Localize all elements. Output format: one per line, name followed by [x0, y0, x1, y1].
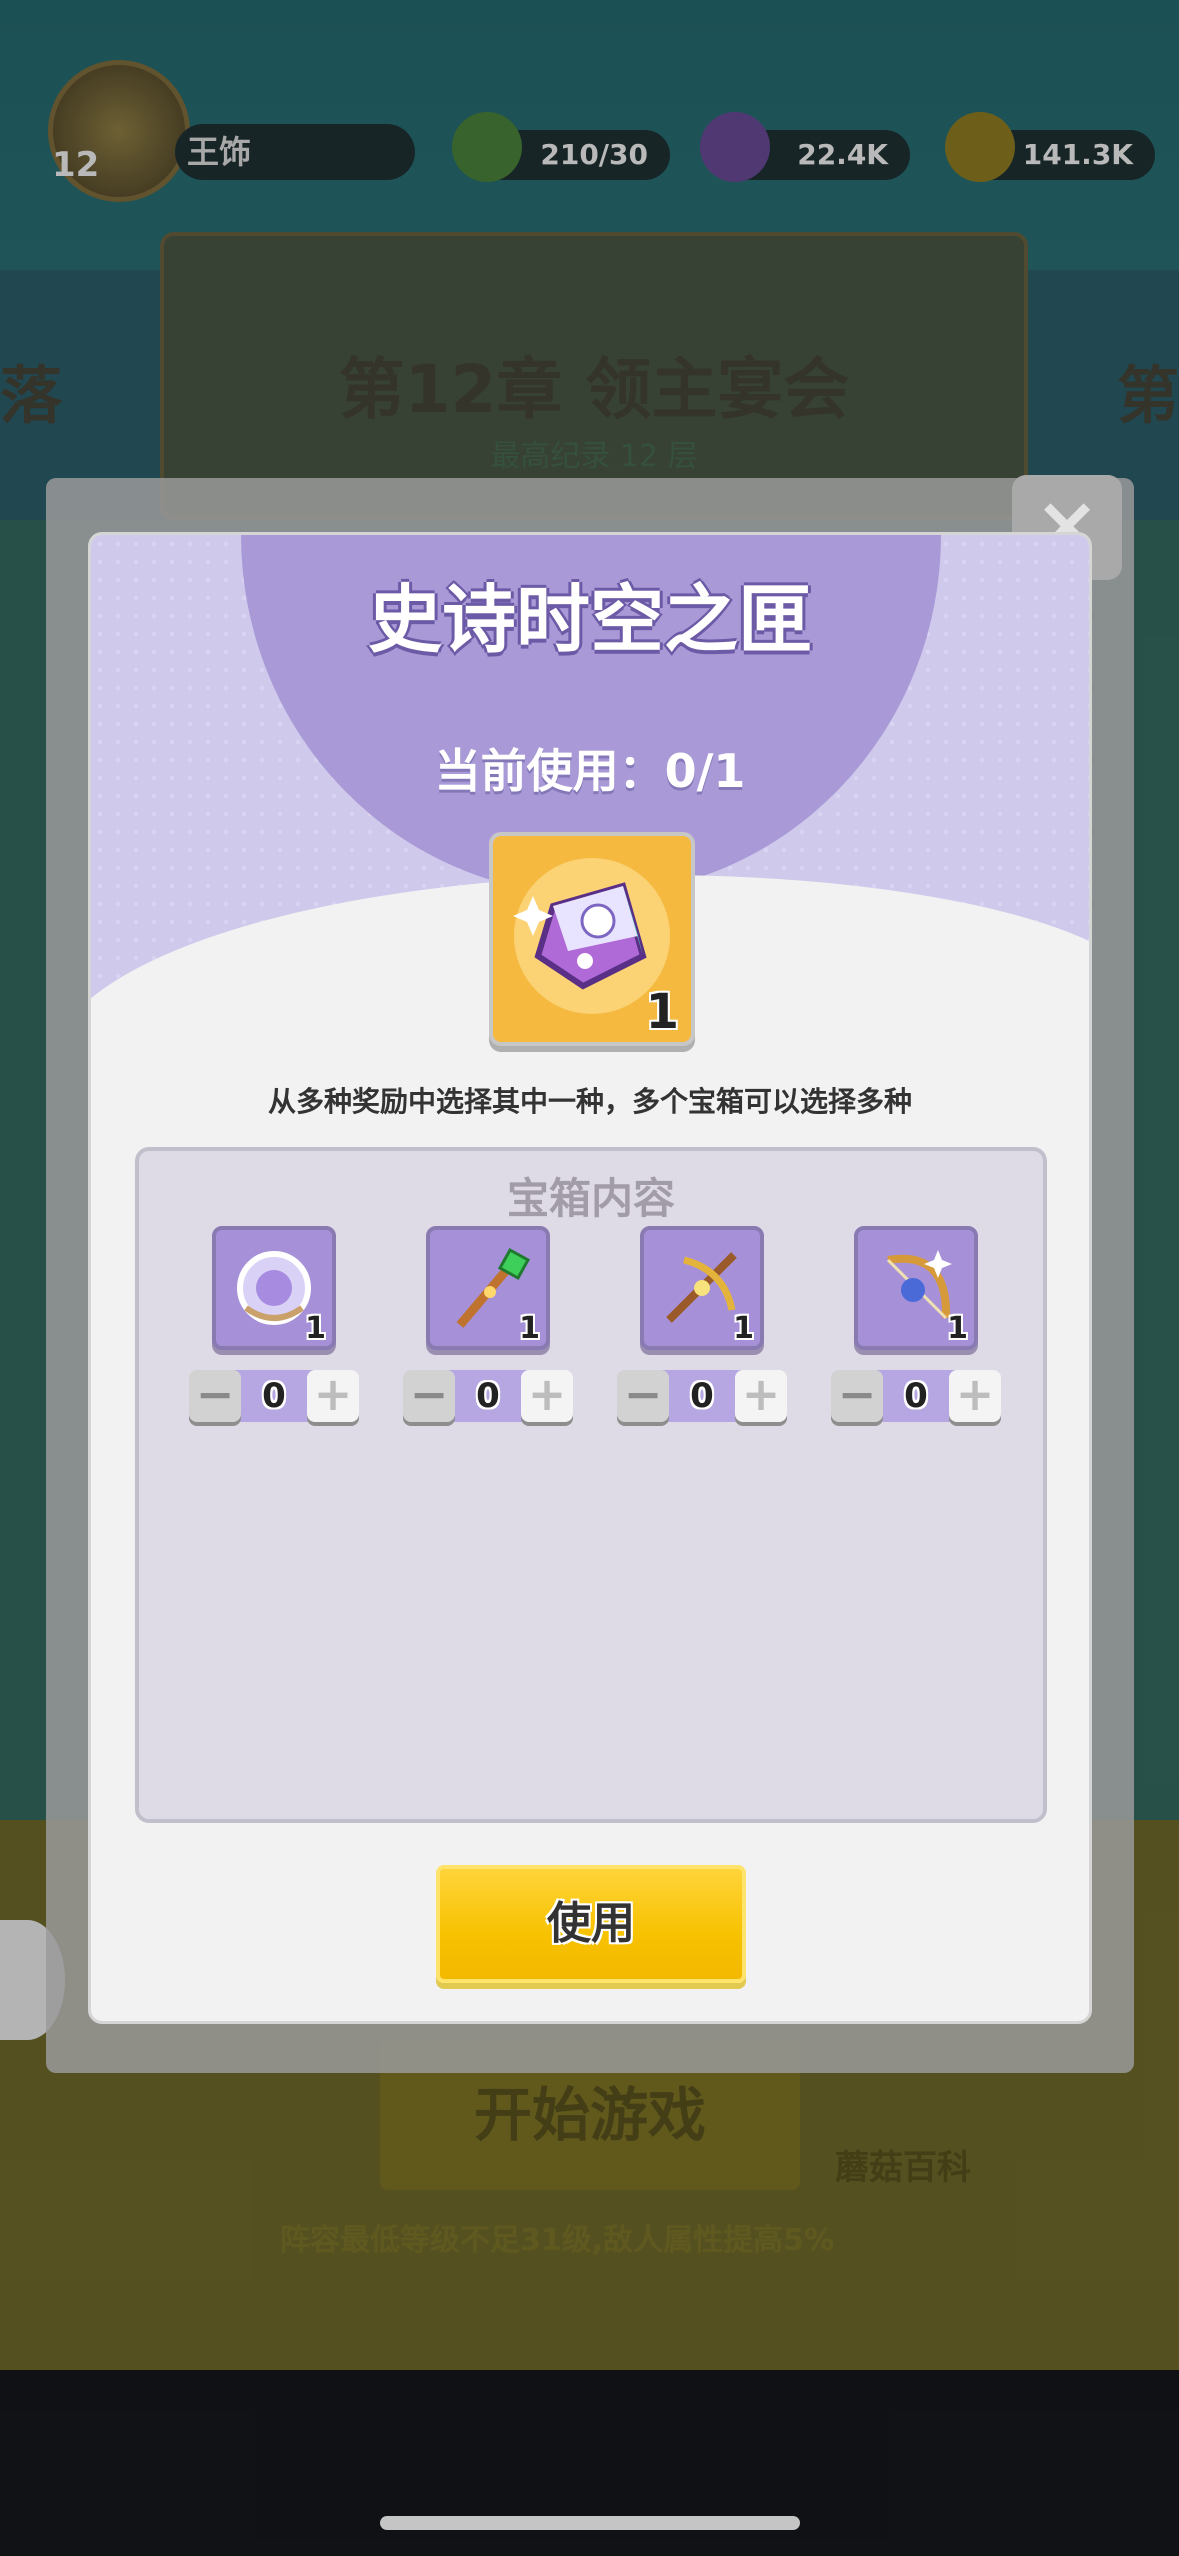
reward-slot: 1 − 0 +	[403, 1226, 573, 1422]
quantity-value: 0	[476, 1376, 500, 1416]
quantity-stepper: − 0 +	[403, 1370, 573, 1422]
usage-counter: 当前使用：0/1	[434, 744, 746, 798]
reward-count: 1	[305, 1311, 326, 1346]
increase-button[interactable]: +	[521, 1370, 573, 1422]
use-button[interactable]: 使用	[436, 1865, 746, 1983]
quantity-value: 0	[262, 1376, 286, 1416]
decrease-button[interactable]: −	[189, 1370, 241, 1422]
chest-contents-panel: 宝箱内容 1 − 0 + 1 − 0 + 1 − 0 + 1 − 0 +	[135, 1147, 1047, 1823]
reward-count: 1	[947, 1311, 968, 1346]
dialog-description: 从多种奖励中选择其中一种，多个宝箱可以选择多种	[267, 1085, 912, 1118]
reward-count: 1	[733, 1311, 754, 1346]
quantity-value: 0	[690, 1376, 714, 1416]
increase-button[interactable]: +	[307, 1370, 359, 1422]
reward-slot: 1 − 0 +	[617, 1226, 787, 1422]
quantity-value: 0	[904, 1376, 928, 1416]
dialog-title: 史诗时空之匣	[368, 577, 812, 663]
decrease-button[interactable]: −	[831, 1370, 883, 1422]
chest-dialog: 史诗时空之匣 当前使用：0/1 1 从多种奖励中选择其中一种，多个宝箱可以选择多…	[88, 532, 1092, 2024]
quantity-stepper: − 0 +	[831, 1370, 1001, 1422]
reward-tile[interactable]: 1	[640, 1226, 764, 1350]
spacetime-box-item: 1	[489, 832, 695, 1046]
decrease-button[interactable]: −	[617, 1370, 669, 1422]
increase-button[interactable]: +	[735, 1370, 787, 1422]
increase-button[interactable]: +	[949, 1370, 1001, 1422]
reward-count: 1	[519, 1311, 540, 1346]
decrease-button[interactable]: −	[403, 1370, 455, 1422]
reward-slot: 1 − 0 +	[831, 1226, 1001, 1422]
quantity-stepper: − 0 +	[617, 1370, 787, 1422]
contents-title: 宝箱内容	[506, 1174, 675, 1223]
reward-tile[interactable]: 1	[426, 1226, 550, 1350]
reward-tile[interactable]: 1	[212, 1226, 336, 1350]
item-count: 1	[645, 984, 679, 1040]
reward-tile[interactable]: 1	[854, 1226, 978, 1350]
reward-slot: 1 − 0 +	[189, 1226, 359, 1422]
quantity-stepper: − 0 +	[189, 1370, 359, 1422]
